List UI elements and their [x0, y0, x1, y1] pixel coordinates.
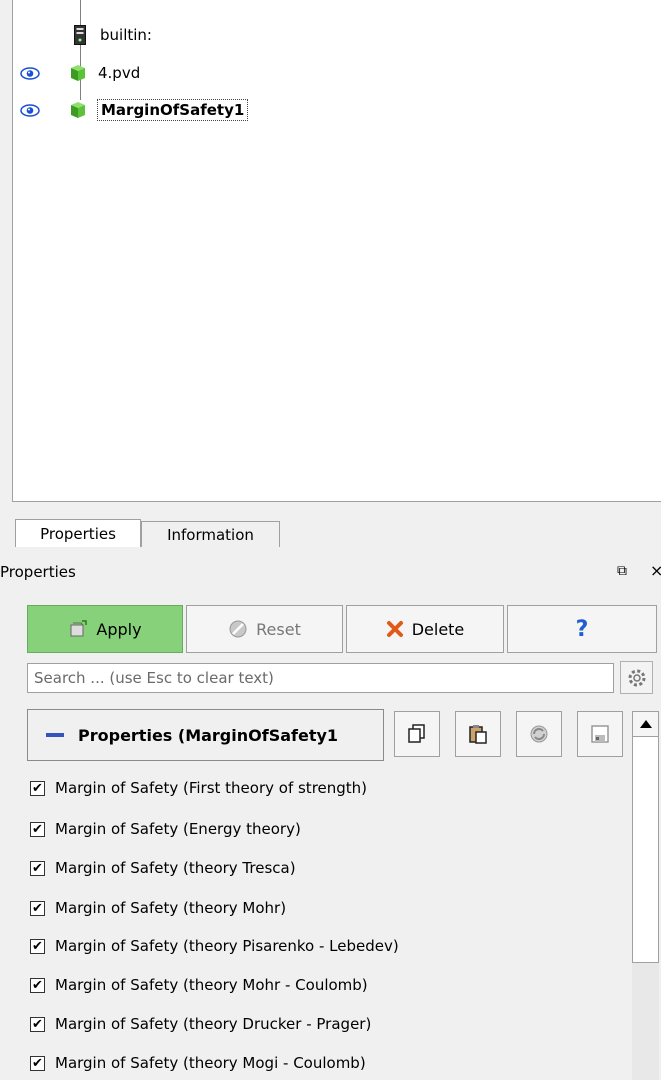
save-defaults-button[interactable] — [577, 711, 623, 757]
checkbox[interactable]: ✔ — [30, 780, 45, 796]
delete-button[interactable]: Delete — [346, 605, 504, 653]
check-item[interactable]: ✔ Margin of Safety (theory Drucker - Pra… — [30, 1012, 371, 1036]
reset-icon — [229, 620, 247, 638]
tree-item-label: 4.pvd — [98, 64, 141, 82]
checkbox[interactable]: ✔ — [30, 977, 45, 993]
panel-title: Properties — [0, 563, 76, 581]
check-label: Margin of Safety (theory Mogi - Coulomb) — [55, 1054, 366, 1072]
delete-x-icon — [386, 621, 403, 637]
collapse-icon[interactable] — [46, 733, 64, 737]
tree-item-marginofsafety1[interactable]: MarginOfSafety1 — [13, 97, 653, 123]
pipeline-browser[interactable]: builtin: 4.pvd MarginOfSafety1 — [12, 0, 661, 502]
checkbox[interactable]: ✔ — [30, 1016, 45, 1032]
check-item[interactable]: ✔ Margin of Safety (First theory of stre… — [30, 776, 367, 800]
check-item[interactable]: ✔ Margin of Safety (theory Mohr - Coulom… — [30, 973, 368, 997]
scrollbar-track[interactable] — [632, 963, 659, 1080]
reset-button[interactable]: Reset — [186, 605, 343, 653]
properties-section-header[interactable]: Properties (MarginOfSafety1 — [27, 709, 384, 761]
gear-icon — [628, 669, 645, 686]
delete-label: Delete — [411, 619, 465, 639]
float-panel-icon[interactable]: ⧉ — [617, 563, 627, 579]
check-item[interactable]: ✔ Margin of Safety (theory Pisarenko - L… — [30, 934, 399, 958]
check-label: Margin of Safety (First theory of streng… — [55, 779, 368, 797]
paste-button[interactable] — [455, 711, 501, 757]
paste-icon — [469, 725, 487, 744]
check-label: Margin of Safety (theory Mohr - Coulomb) — [55, 976, 368, 994]
checkbox[interactable]: ✔ — [30, 938, 45, 954]
check-label: Margin of Safety (Energy theory) — [55, 820, 301, 838]
tab-properties[interactable]: Properties — [15, 519, 141, 547]
checkbox[interactable]: ✔ — [30, 860, 45, 876]
check-item[interactable]: ✔ Margin of Safety (theory Mohr) — [30, 896, 286, 920]
help-button[interactable]: ? — [507, 605, 657, 653]
apply-button[interactable]: Apply — [27, 605, 183, 653]
apply-label: Apply — [96, 619, 142, 639]
server-icon — [74, 25, 86, 45]
tree-item-label: builtin: — [100, 26, 152, 44]
check-item[interactable]: ✔ Margin of Safety (theory Mogi - Coulom… — [30, 1051, 366, 1075]
tab-label: Properties — [40, 525, 116, 543]
help-icon: ? — [575, 616, 589, 642]
checkbox[interactable]: ✔ — [30, 1055, 45, 1071]
eye-icon[interactable] — [20, 67, 40, 80]
check-item[interactable]: ✔ Margin of Safety (Energy theory) — [30, 817, 301, 841]
checkbox[interactable]: ✔ — [30, 821, 45, 837]
copy-icon — [408, 724, 425, 743]
checkbox[interactable]: ✔ — [30, 900, 45, 916]
check-item[interactable]: ✔ Margin of Safety (theory Tresca) — [30, 856, 296, 880]
section-title: Properties (MarginOfSafety1 — [78, 725, 339, 745]
advanced-settings-button[interactable] — [620, 661, 653, 694]
check-label: Margin of Safety (theory Mohr) — [55, 899, 287, 917]
tree-item-label-selected: MarginOfSafety1 — [97, 99, 249, 121]
check-label: Margin of Safety (theory Tresca) — [55, 859, 296, 877]
tab-label: Information — [167, 526, 254, 544]
check-label: Margin of Safety (theory Pisarenko - Leb… — [55, 937, 399, 955]
eye-icon[interactable] — [20, 104, 40, 117]
tab-information[interactable]: Information — [141, 521, 280, 547]
scroll-up-arrow-icon[interactable] — [633, 712, 658, 737]
reset-label: Reset — [256, 619, 301, 639]
dataset-cube-icon — [71, 65, 85, 81]
filter-cube-icon — [71, 102, 85, 118]
apply-icon — [70, 620, 88, 637]
save-icon — [591, 725, 609, 743]
vertical-scrollbar[interactable] — [632, 711, 659, 963]
copy-button[interactable] — [394, 711, 440, 757]
search-input[interactable] — [27, 663, 614, 693]
tree-item-4pvd[interactable]: 4.pvd — [13, 60, 653, 86]
refresh-icon — [530, 725, 548, 743]
restore-defaults-button[interactable] — [516, 711, 562, 757]
close-panel-icon[interactable]: × — [650, 561, 661, 580]
check-label: Margin of Safety (theory Drucker - Prage… — [55, 1015, 372, 1033]
tree-item-builtin[interactable]: builtin: — [13, 22, 653, 48]
